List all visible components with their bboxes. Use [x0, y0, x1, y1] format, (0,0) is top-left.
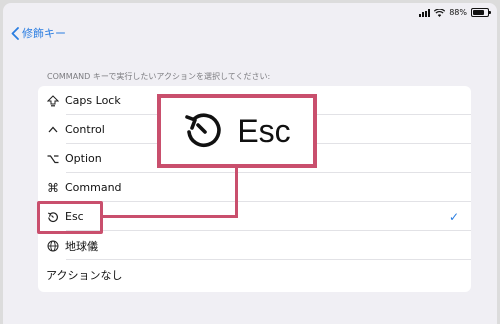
- option-label: Command: [65, 181, 122, 194]
- option-label: Caps Lock: [65, 94, 121, 107]
- option-icon: [46, 152, 60, 166]
- back-button[interactable]: 修飾キー: [11, 25, 66, 41]
- battery-icon: [471, 8, 491, 17]
- control-icon: [46, 123, 60, 137]
- option-no-action[interactable]: アクションなし: [38, 260, 471, 289]
- callout-connector-horizontal: [102, 215, 238, 218]
- wifi-icon: [434, 8, 446, 17]
- command-icon: ⌘: [47, 180, 59, 195]
- option-label: アクションなし: [46, 268, 123, 282]
- cellular-signal-icon: [419, 8, 431, 17]
- escape-icon: [185, 113, 222, 148]
- callout-label: Esc: [237, 112, 291, 149]
- settings-screen: 88% 修飾キー COMMAND キーで実行したいアクションを選択してください:…: [3, 3, 497, 324]
- callout-connector-vertical: [235, 168, 238, 218]
- option-label: Option: [65, 152, 102, 165]
- option-label: 地球儀: [65, 239, 98, 253]
- zoom-callout: Esc: [157, 94, 317, 168]
- option-globe[interactable]: 地球儀: [38, 231, 471, 260]
- back-label: 修飾キー: [22, 27, 66, 40]
- option-label: Control: [65, 123, 105, 136]
- chevron-left-icon: [11, 26, 19, 40]
- caps-lock-icon: [46, 94, 60, 108]
- checkmark-icon: ✓: [448, 209, 459, 224]
- esc-highlight-box: [37, 201, 103, 234]
- section-header: COMMAND キーで実行したいアクションを選択してください:: [47, 72, 271, 81]
- status-bar: 88%: [419, 8, 491, 17]
- battery-percentage: 88%: [449, 8, 467, 17]
- option-command[interactable]: ⌘ Command: [38, 173, 471, 202]
- globe-icon: [46, 239, 60, 253]
